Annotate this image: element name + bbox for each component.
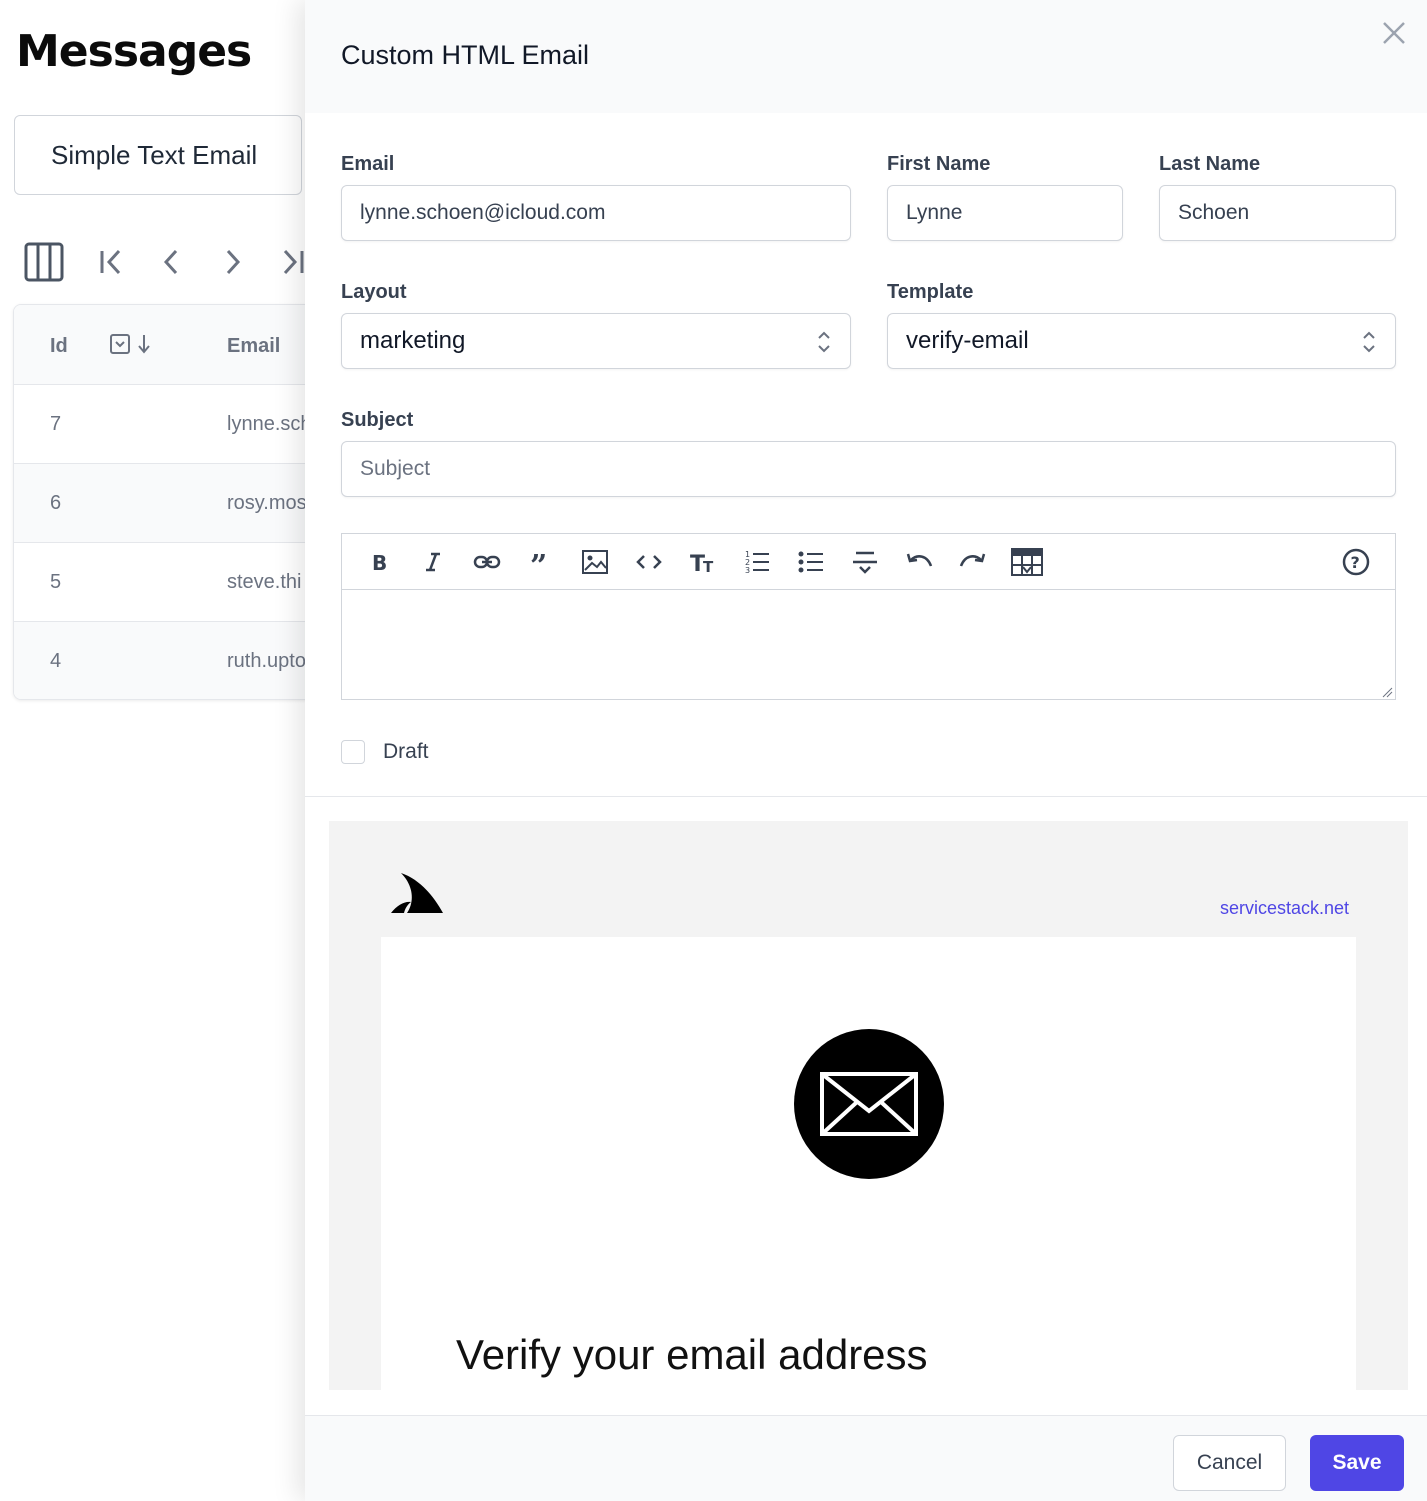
messages-grid: Id Email 7 lynne.sch 6 rosy.mos 5 steve.… xyxy=(13,304,333,700)
svg-text:”: ” xyxy=(530,550,547,574)
columns-icon[interactable] xyxy=(22,240,66,284)
email-input[interactable] xyxy=(341,185,851,241)
chevron-up-down-icon xyxy=(1363,331,1375,353)
body-textarea[interactable] xyxy=(342,590,1395,700)
sort-down-icon[interactable] xyxy=(137,333,151,355)
italic-icon xyxy=(426,552,440,571)
editor-toolbar: B ” TT 123 ? xyxy=(342,534,1395,590)
draft-option: Draft xyxy=(341,740,429,764)
grid-toolbar xyxy=(22,240,322,284)
last-name-input[interactable] xyxy=(1159,185,1396,241)
svg-text:B: B xyxy=(372,551,387,574)
cell-id: 7 xyxy=(50,413,62,435)
help-icon: ? xyxy=(1342,548,1370,576)
bold-icon: B xyxy=(372,551,387,574)
draft-label: Draft xyxy=(383,740,429,763)
help-button[interactable]: ? xyxy=(1329,542,1383,582)
servicestack-logo-icon xyxy=(391,873,443,913)
panel-title: Custom HTML Email xyxy=(341,40,590,70)
preview-card: Verify your email address xyxy=(381,937,1356,1390)
panel-footer: Cancel Save xyxy=(305,1415,1427,1501)
strikethrough-icon xyxy=(853,551,877,574)
first-page-icon[interactable] xyxy=(82,240,142,284)
undo-icon xyxy=(906,553,933,567)
cell-email: lynne.sch xyxy=(227,413,312,435)
cell-email: ruth.upto xyxy=(227,650,306,672)
simple-text-email-button[interactable]: Simple Text Email xyxy=(14,115,302,195)
template-select-value: verify-email xyxy=(906,327,1029,354)
svg-text:?: ? xyxy=(1351,553,1360,572)
cancel-button[interactable]: Cancel xyxy=(1173,1435,1286,1491)
column-filter[interactable] xyxy=(109,333,151,355)
unordered-list-button[interactable] xyxy=(784,542,838,582)
image-button[interactable] xyxy=(568,542,622,582)
cell-email: rosy.mos xyxy=(227,492,307,514)
svg-text:T: T xyxy=(703,558,714,574)
quote-icon: ” xyxy=(530,550,547,574)
subject-label: Subject xyxy=(341,409,414,431)
cell-email: steve.thi xyxy=(227,571,302,593)
column-header-email[interactable]: Email xyxy=(227,335,280,358)
cell-id: 4 xyxy=(50,650,62,672)
layout-select[interactable]: marketing xyxy=(341,313,851,369)
quote-button[interactable]: ” xyxy=(514,542,568,582)
link-button[interactable] xyxy=(460,542,514,582)
column-header-id[interactable]: Id xyxy=(50,335,68,358)
ordered-list-button[interactable]: 123 xyxy=(730,542,784,582)
draft-checkbox[interactable] xyxy=(341,740,365,764)
last-name-label: Last Name xyxy=(1159,153,1261,175)
table-row[interactable]: 5 steve.thi xyxy=(14,543,332,622)
svg-text:3: 3 xyxy=(745,566,750,575)
grid-header: Id Email xyxy=(14,305,332,385)
chevron-up-down-icon xyxy=(818,331,830,353)
layout-label: Layout xyxy=(341,281,407,303)
close-icon[interactable] xyxy=(1381,20,1407,46)
insert-table-icon xyxy=(1011,547,1043,576)
email-label: Email xyxy=(341,153,395,175)
heading-button[interactable]: TT xyxy=(676,542,730,582)
body-editor: B ” TT 123 ? xyxy=(341,533,1396,700)
close-button[interactable] xyxy=(1379,18,1409,48)
template-label: Template xyxy=(887,281,974,303)
table-row[interactable]: 7 lynne.sch xyxy=(14,385,332,464)
template-select[interactable]: verify-email xyxy=(887,313,1396,369)
table-row[interactable]: 6 rosy.mos xyxy=(14,464,332,543)
redo-button[interactable] xyxy=(946,542,1000,582)
filter-icon[interactable] xyxy=(109,333,131,355)
divider xyxy=(305,796,1427,797)
subject-input[interactable] xyxy=(341,441,1396,497)
cell-id: 5 xyxy=(50,571,62,593)
layout-select-value: marketing xyxy=(360,327,466,354)
unordered-list-icon xyxy=(798,551,823,572)
first-name-label: First Name xyxy=(887,153,991,175)
code-button[interactable] xyxy=(622,542,676,582)
servicestack-link[interactable]: servicestack.net xyxy=(1220,898,1349,919)
italic-button[interactable] xyxy=(406,542,460,582)
table-row[interactable]: 4 ruth.upto xyxy=(14,622,332,699)
bold-button[interactable]: B xyxy=(352,542,406,582)
resize-handle-icon[interactable] xyxy=(1381,686,1393,698)
panel-header: Custom HTML Email xyxy=(305,0,1427,113)
save-button[interactable]: Save xyxy=(1310,1435,1404,1491)
cell-id: 6 xyxy=(50,492,62,514)
preview-heading: Verify your email address xyxy=(456,1331,928,1378)
page-title: Messages xyxy=(16,26,252,77)
first-name-input[interactable] xyxy=(887,185,1123,241)
next-page-icon[interactable] xyxy=(202,240,262,284)
insert-table-button[interactable] xyxy=(1000,542,1054,582)
redo-icon xyxy=(959,553,986,567)
ordered-list-icon: 123 xyxy=(745,550,769,575)
link-icon xyxy=(473,555,501,568)
code-icon xyxy=(636,554,662,569)
heading-icon: TT xyxy=(690,552,714,574)
previous-page-icon[interactable] xyxy=(142,240,202,284)
email-preview: servicestack.net Verify your email addre… xyxy=(329,821,1408,1390)
custom-html-email-panel: Custom HTML Email Email First Name Last … xyxy=(305,0,1427,1501)
strikethrough-button[interactable] xyxy=(838,542,892,582)
envelope-icon xyxy=(794,1029,944,1179)
undo-button[interactable] xyxy=(892,542,946,582)
image-icon xyxy=(582,549,608,574)
